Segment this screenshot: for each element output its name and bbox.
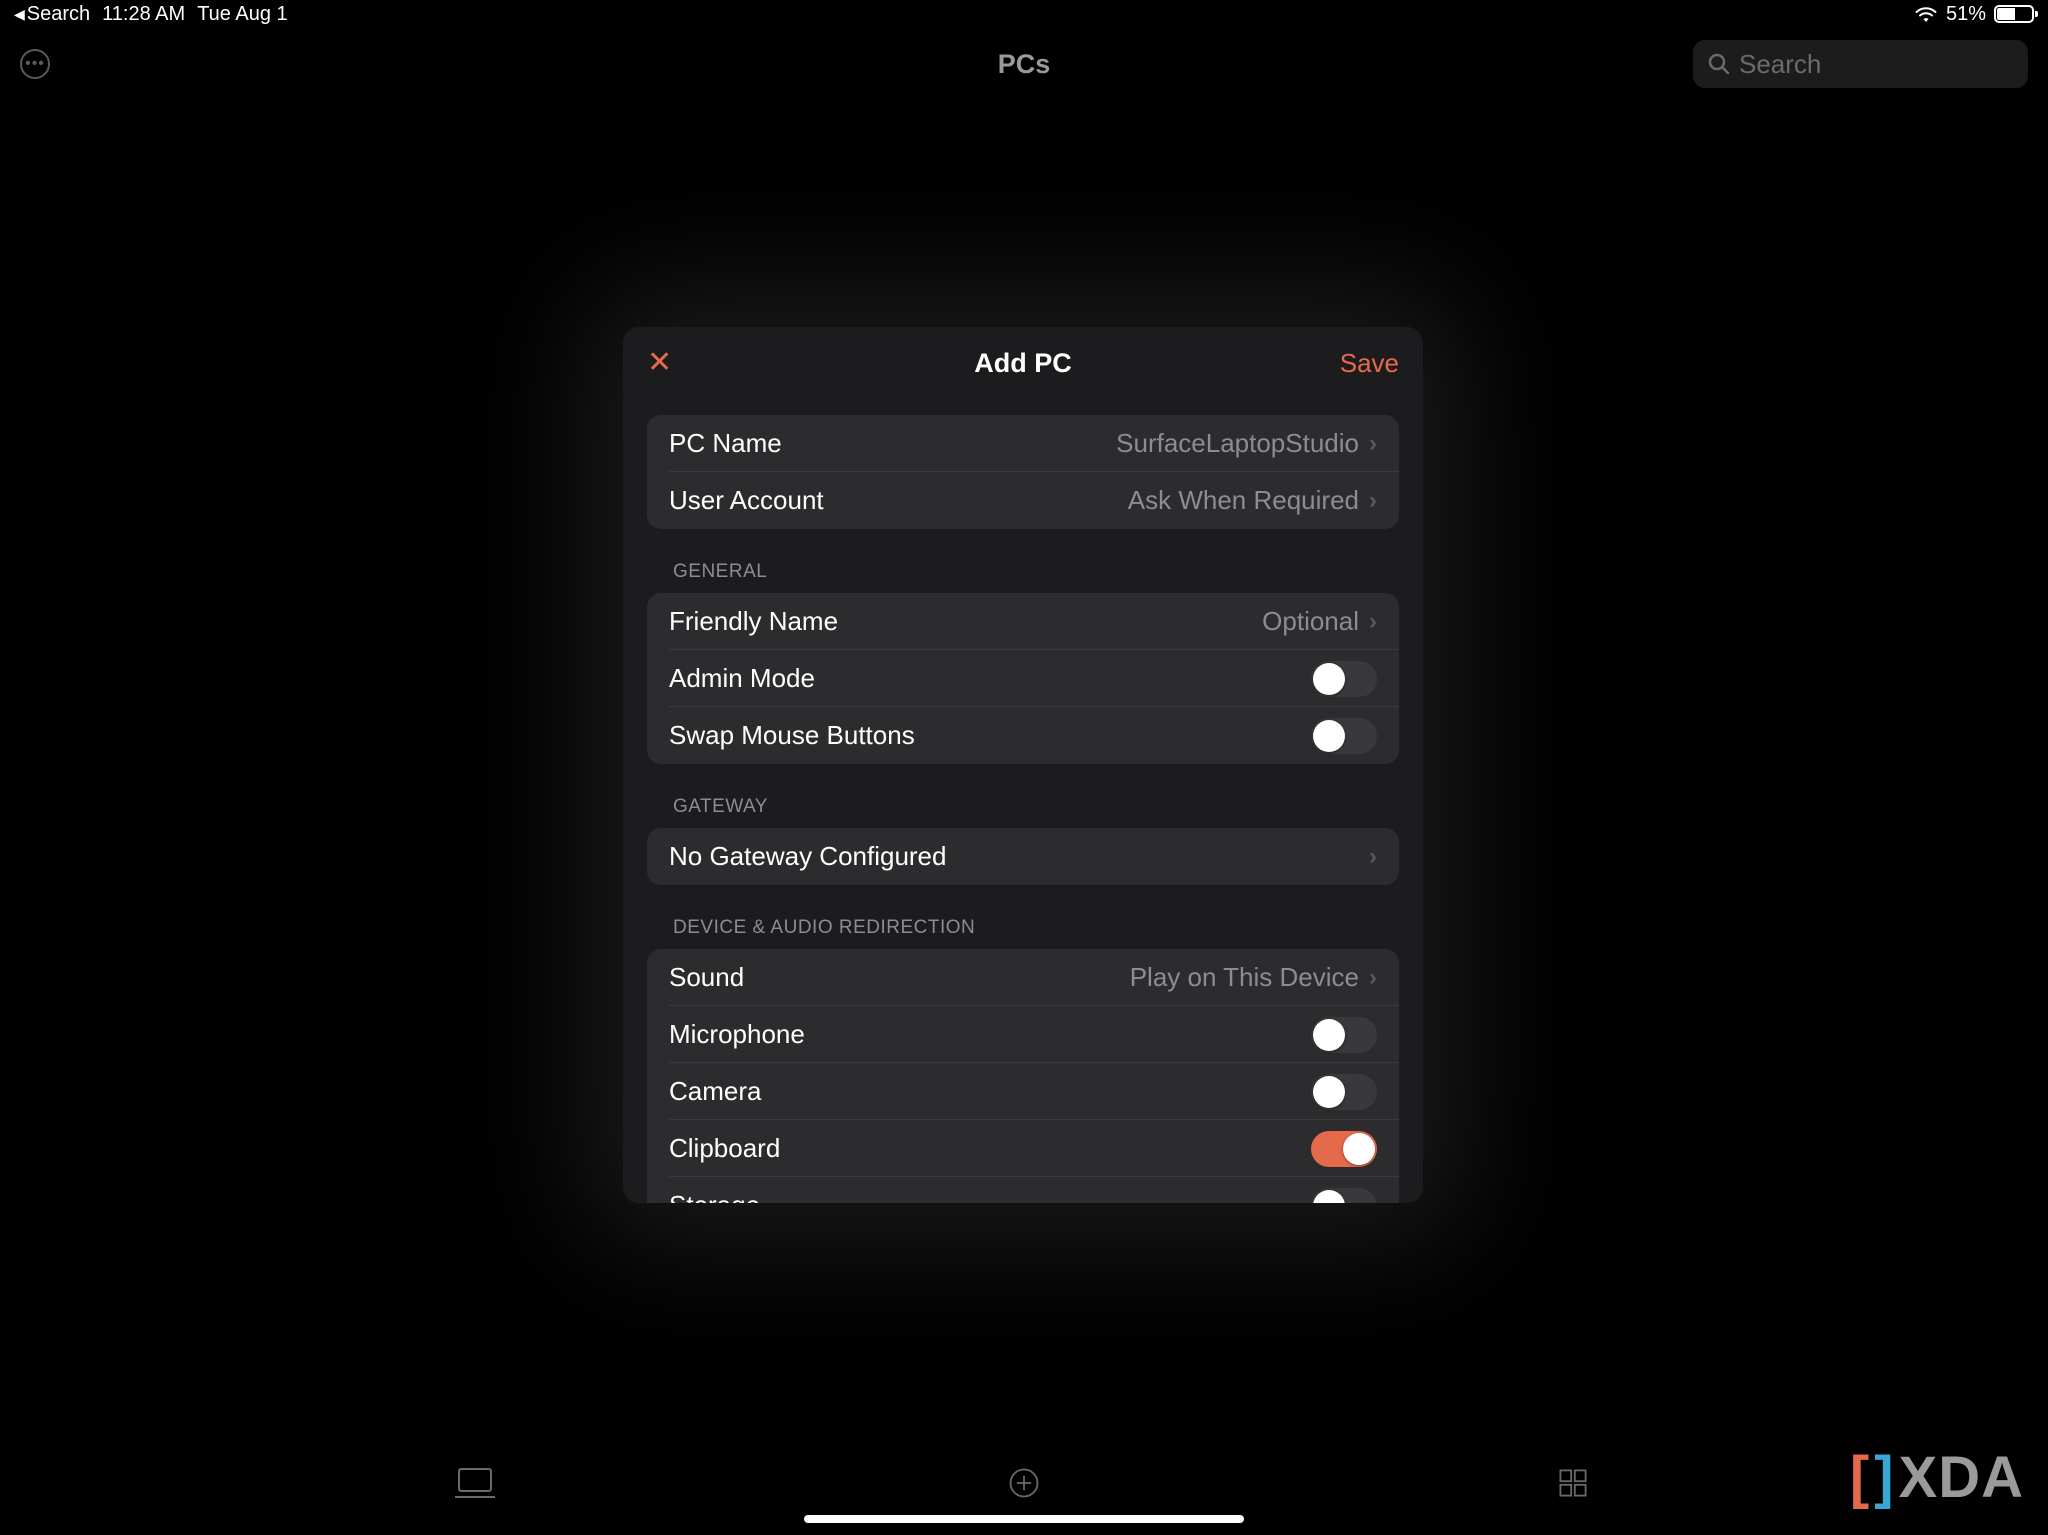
user-account-label: User Account [669, 485, 824, 516]
row-friendly-name[interactable]: Friendly Name Optional › [647, 593, 1399, 650]
status-left: ◀ Search 11:28 AM Tue Aug 1 [14, 3, 288, 26]
section-header-gateway: Gateway [647, 764, 1399, 828]
group-gateway: No Gateway Configured › [647, 828, 1399, 885]
storage-toggle[interactable] [1311, 1188, 1377, 1204]
modal-header: ✕ Add PC Save [623, 327, 1423, 399]
more-button[interactable]: ••• [20, 49, 50, 79]
clipboard-label: Clipboard [669, 1133, 780, 1164]
group-general: Friendly Name Optional › Admin Mode Swap… [647, 593, 1399, 764]
storage-label: Storage [669, 1190, 760, 1203]
status-bar: ◀ Search 11:28 AM Tue Aug 1 51% [0, 0, 2048, 28]
bracket-right-icon: ] [1874, 1444, 1894, 1511]
row-clipboard: Clipboard [647, 1120, 1399, 1177]
page-title: PCs [998, 49, 1051, 80]
battery-icon [1994, 5, 2034, 23]
back-to-app[interactable]: ◀ Search [14, 3, 90, 26]
row-storage: Storage [647, 1177, 1399, 1203]
user-account-value: Ask When Required [1128, 485, 1359, 516]
admin-mode-label: Admin Mode [669, 663, 815, 694]
monitor-icon [455, 1465, 495, 1501]
admin-mode-toggle[interactable] [1311, 661, 1377, 697]
sound-value: Play on This Device [1130, 962, 1359, 993]
save-button[interactable]: Save [1340, 348, 1399, 379]
microphone-toggle[interactable] [1311, 1017, 1377, 1053]
xda-text: XDA [1899, 1444, 2024, 1511]
add-pc-modal: ✕ Add PC Save PC Name SurfaceLaptopStudi… [623, 327, 1423, 1203]
plus-circle-icon [1004, 1465, 1044, 1501]
friendly-name-value: Optional [1262, 606, 1359, 637]
search-input[interactable]: Search [1693, 40, 2028, 88]
sound-label: Sound [669, 962, 744, 993]
row-gateway[interactable]: No Gateway Configured › [647, 828, 1399, 885]
microphone-label: Microphone [669, 1019, 805, 1050]
tab-workspaces[interactable] [1549, 1463, 1597, 1503]
gateway-label: No Gateway Configured [669, 841, 946, 872]
nav-bar: ••• PCs Search [0, 28, 2048, 100]
back-triangle-icon: ◀ [14, 6, 25, 23]
section-header-general: General [647, 529, 1399, 593]
chevron-right-icon: › [1369, 430, 1377, 458]
wifi-icon [1914, 5, 1938, 23]
modal-body[interactable]: PC Name SurfaceLaptopStudio › User Accou… [623, 399, 1423, 1203]
close-icon: ✕ [647, 346, 672, 379]
clipboard-toggle[interactable] [1311, 1131, 1377, 1167]
camera-toggle[interactable] [1311, 1074, 1377, 1110]
modal-title: Add PC [974, 348, 1072, 379]
camera-label: Camera [669, 1076, 761, 1107]
ellipsis-icon: ••• [25, 55, 45, 73]
chevron-right-icon: › [1369, 608, 1377, 636]
row-admin-mode: Admin Mode [647, 650, 1399, 707]
row-user-account[interactable]: User Account Ask When Required › [647, 472, 1399, 529]
group-redirect: Sound Play on This Device › Microphone C… [647, 949, 1399, 1203]
bracket-left-icon: [ [1850, 1444, 1870, 1511]
chevron-right-icon: › [1369, 964, 1377, 992]
grid-icon [1553, 1465, 1593, 1501]
pc-name-value: SurfaceLaptopStudio [1116, 428, 1359, 459]
battery-percent: 51% [1946, 3, 1986, 26]
back-app-label: Search [27, 3, 90, 26]
tab-pcs[interactable] [451, 1463, 499, 1503]
friendly-name-label: Friendly Name [669, 606, 838, 637]
row-camera: Camera [647, 1063, 1399, 1120]
chevron-right-icon: › [1369, 487, 1377, 515]
search-icon [1707, 52, 1731, 76]
swap-mouse-label: Swap Mouse Buttons [669, 720, 915, 751]
tab-add[interactable] [1000, 1463, 1048, 1503]
row-swap-mouse: Swap Mouse Buttons [647, 707, 1399, 764]
status-date: Tue Aug 1 [197, 3, 287, 26]
swap-mouse-toggle[interactable] [1311, 718, 1377, 754]
group-connection: PC Name SurfaceLaptopStudio › User Accou… [647, 415, 1399, 529]
section-header-redirect: Device & Audio Redirection [647, 885, 1399, 949]
home-indicator[interactable] [804, 1515, 1244, 1523]
row-pc-name[interactable]: PC Name SurfaceLaptopStudio › [647, 415, 1399, 472]
chevron-right-icon: › [1369, 843, 1377, 871]
row-sound[interactable]: Sound Play on This Device › [647, 949, 1399, 1006]
pc-name-label: PC Name [669, 428, 782, 459]
row-microphone: Microphone [647, 1006, 1399, 1063]
close-button[interactable]: ✕ [647, 348, 672, 378]
status-time: 11:28 AM [102, 3, 185, 26]
xda-watermark: [ ] XDA [1850, 1444, 2024, 1511]
search-placeholder: Search [1739, 49, 1821, 80]
status-right: 51% [1914, 3, 2034, 26]
